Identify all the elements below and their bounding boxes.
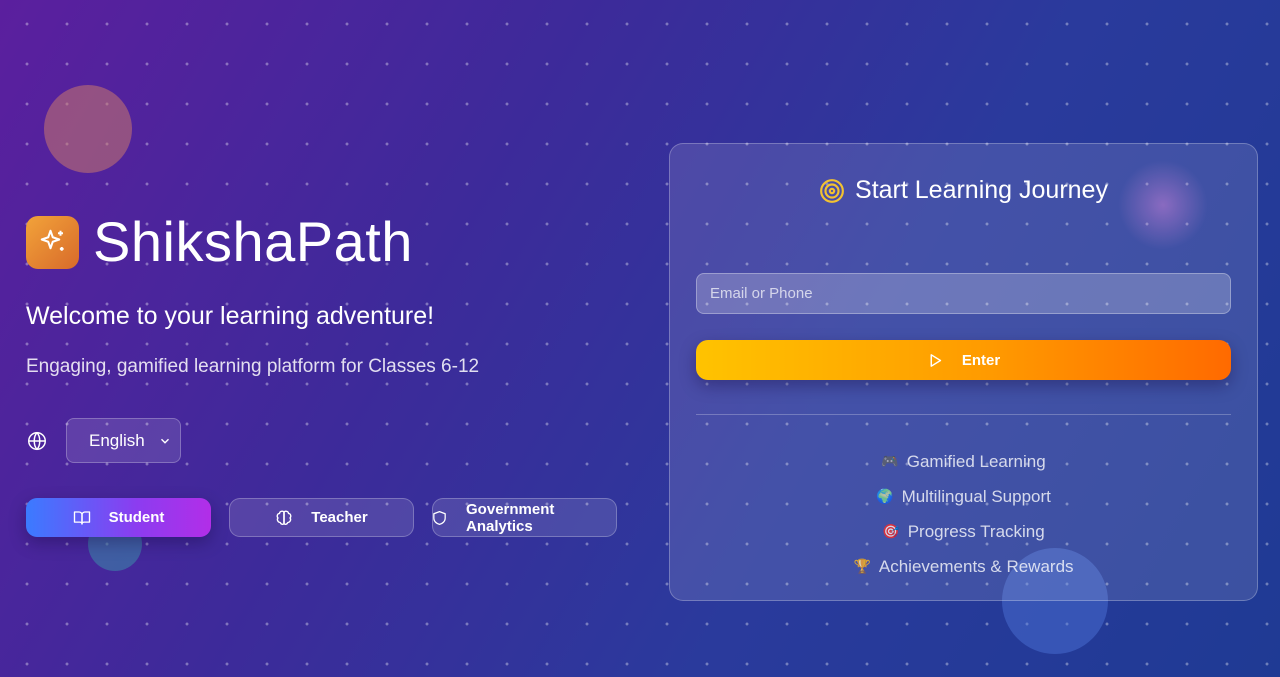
trophy-icon: 🏆 bbox=[853, 558, 871, 575]
divider bbox=[696, 414, 1231, 415]
feature-item: 🏆 Achievements & Rewards bbox=[670, 549, 1257, 584]
login-title-text: Start Learning Journey bbox=[855, 176, 1108, 204]
login-card-title: Start Learning Journey bbox=[670, 176, 1257, 205]
brand-name: ShikshaPath bbox=[93, 210, 413, 273]
student-role-button[interactable]: Student bbox=[26, 498, 211, 537]
student-role-label: Student bbox=[108, 509, 165, 526]
globe-icon bbox=[28, 431, 46, 450]
bullseye-icon: 🎯 bbox=[882, 523, 900, 540]
feature-list: 🎮 Gamified Learning 🌍 Multilingual Suppo… bbox=[670, 444, 1257, 584]
teacher-role-label: Teacher bbox=[311, 509, 368, 526]
teacher-role-button[interactable]: Teacher bbox=[229, 498, 414, 537]
feature-label: Gamified Learning bbox=[906, 451, 1046, 471]
government-analytics-role-button[interactable]: Government Analytics bbox=[432, 498, 617, 537]
shield-icon bbox=[433, 510, 446, 525]
feature-item: 🌍 Multilingual Support bbox=[670, 479, 1257, 514]
language-select[interactable]: English bbox=[66, 418, 181, 463]
language-selected-value: English bbox=[89, 430, 145, 450]
enter-button[interactable]: Enter bbox=[696, 340, 1231, 380]
feature-label: Progress Tracking bbox=[907, 521, 1045, 541]
book-open-icon bbox=[73, 510, 90, 525]
sparkles-icon bbox=[26, 215, 79, 269]
globe-emoji-icon: 🌍 bbox=[876, 488, 894, 505]
feature-label: Achievements & Rewards bbox=[878, 556, 1074, 576]
login-card: Start Learning Journey Enter 🎮 Gamified … bbox=[669, 143, 1258, 601]
target-icon bbox=[820, 178, 844, 203]
chevron-down-icon bbox=[161, 438, 169, 444]
brand-header: ShikshaPath bbox=[26, 208, 413, 276]
game-controller-icon: 🎮 bbox=[881, 453, 899, 470]
feature-item: 🎯 Progress Tracking bbox=[670, 514, 1257, 549]
feature-label: Multilingual Support bbox=[901, 486, 1051, 506]
welcome-heading: Welcome to your learning adventure! bbox=[26, 302, 435, 330]
government-analytics-role-label: Government Analytics bbox=[466, 500, 555, 535]
email-or-phone-input[interactable] bbox=[696, 273, 1231, 314]
role-selector: Student Teacher Government Analytics bbox=[26, 498, 617, 537]
play-icon bbox=[930, 353, 941, 367]
language-selector-row: English bbox=[26, 418, 181, 463]
feature-item: 🎮 Gamified Learning bbox=[670, 444, 1257, 479]
brain-icon bbox=[276, 510, 292, 525]
decorative-circle bbox=[44, 85, 132, 173]
tagline: Engaging, gamified learning platform for… bbox=[26, 356, 480, 377]
enter-button-label: Enter bbox=[961, 351, 1001, 369]
